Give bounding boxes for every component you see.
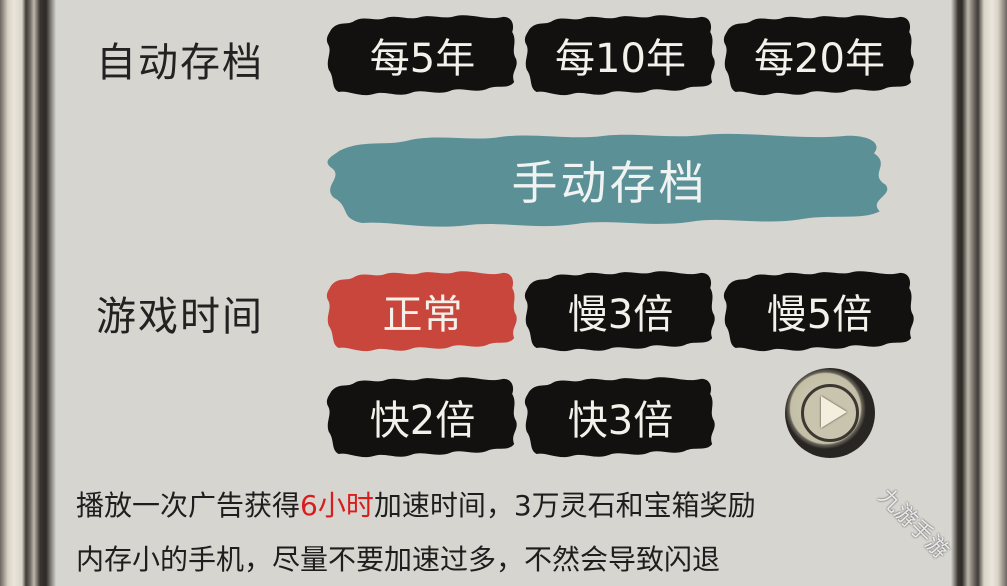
time-slow-5x-button[interactable]: 慢5倍: [722, 268, 917, 354]
play-ad-button[interactable]: [785, 368, 875, 458]
auto-save-20-years-label: 每20年: [754, 36, 885, 82]
auto-save-20-years-button[interactable]: 每20年: [722, 12, 917, 98]
manual-save-button[interactable]: 手动存档: [322, 130, 897, 230]
ad-reward-note-before: 播放一次广告获得: [76, 489, 301, 522]
ad-reward-note-after: 加速时间，3万灵石和宝箱奖励: [373, 489, 756, 522]
ad-reward-note: 播放一次广告获得6小时加速时间，3万灵石和宝箱奖励: [76, 484, 756, 524]
game-time-label: 游戏时间: [96, 294, 264, 340]
time-slow-3x-label: 慢3倍: [567, 292, 674, 338]
ad-reward-highlight: 6小时: [300, 489, 374, 522]
auto-save-5-years-label: 每5年: [369, 36, 476, 82]
time-fast-3x-label: 快3倍: [567, 398, 674, 444]
manual-save-label: 手动存档: [511, 156, 708, 210]
time-fast-2x-label: 快2倍: [369, 398, 476, 444]
time-fast-2x-button[interactable]: 快2倍: [325, 374, 520, 460]
time-slow-3x-button[interactable]: 慢3倍: [523, 268, 718, 354]
auto-save-10-years-button[interactable]: 每10年: [523, 12, 718, 98]
time-normal-button[interactable]: 正常: [325, 268, 520, 354]
auto-save-10-years-label: 每10年: [555, 36, 686, 82]
time-normal-label: 正常: [382, 292, 463, 338]
auto-save-label: 自动存档: [96, 40, 264, 86]
time-fast-3x-button[interactable]: 快3倍: [523, 374, 718, 460]
auto-save-5-years-button[interactable]: 每5年: [325, 12, 520, 98]
memory-warning-note: 内存小的手机，尽量不要加速过多，不然会导致闪退: [76, 543, 721, 576]
time-slow-5x-label: 慢5倍: [766, 292, 873, 338]
play-icon: [821, 396, 847, 428]
